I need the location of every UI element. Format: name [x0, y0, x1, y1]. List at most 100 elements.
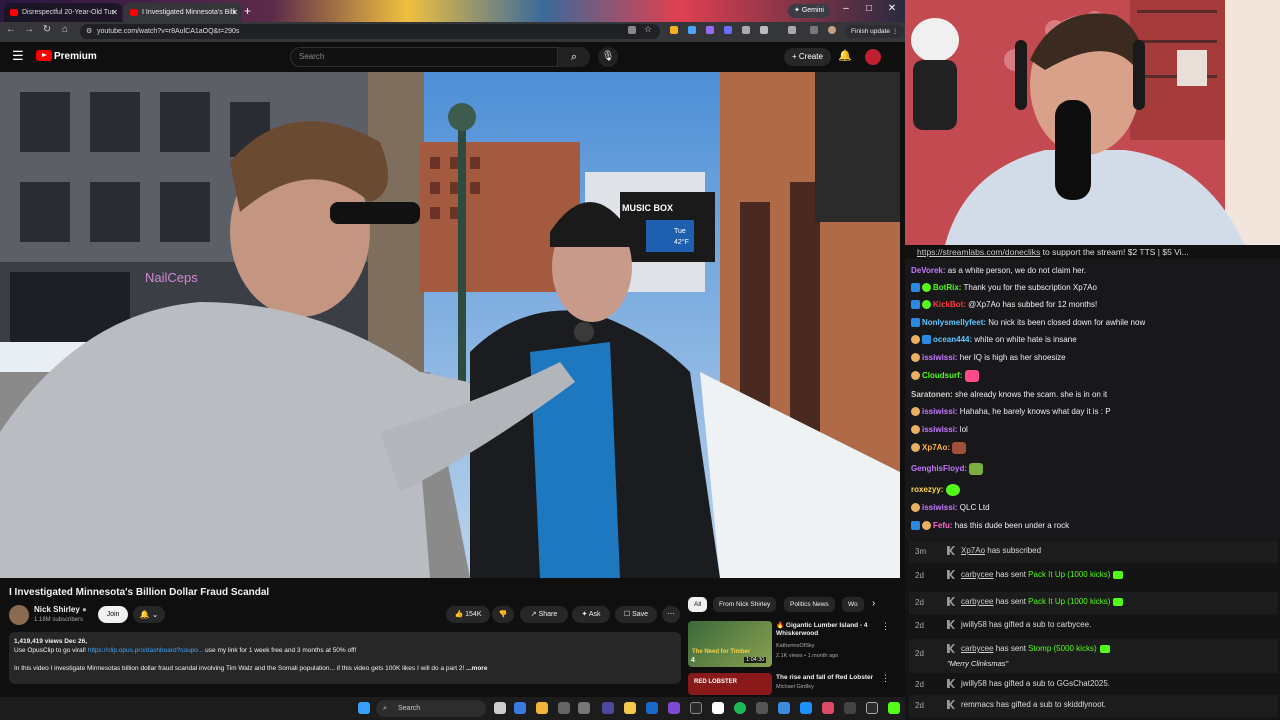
- app-icon[interactable]: [756, 702, 768, 714]
- close-window-icon[interactable]: ✕: [882, 3, 902, 14]
- gemini-button[interactable]: ✦ Gemini: [788, 4, 830, 18]
- chip-politics-news[interactable]: Politics News: [784, 597, 835, 612]
- chat-username[interactable]: issiwissi:: [922, 407, 958, 416]
- ask-button[interactable]: ✦ Ask: [572, 606, 610, 623]
- extension-icon[interactable]: [724, 26, 732, 34]
- kick-icon[interactable]: [888, 702, 900, 714]
- channel-name[interactable]: Nick Shirley ●: [34, 605, 87, 614]
- task-view-icon[interactable]: [494, 702, 506, 714]
- account-avatar[interactable]: [865, 49, 881, 65]
- chat-username[interactable]: GenghisFloyd:: [911, 464, 967, 473]
- reload-icon[interactable]: ↻: [40, 24, 54, 35]
- spotify-icon[interactable]: [734, 702, 746, 714]
- close-tab-icon[interactable]: ✕: [231, 3, 238, 22]
- event-user[interactable]: jwilly58: [961, 679, 987, 688]
- site-info-icon[interactable]: ⚙: [86, 24, 92, 39]
- extensions-puzzle-icon[interactable]: [760, 26, 768, 34]
- app-icon[interactable]: [578, 702, 590, 714]
- voice-search-icon[interactable]: 🎙: [598, 47, 618, 67]
- chevron-right-icon[interactable]: ›: [872, 598, 875, 609]
- new-tab-icon[interactable]: +: [244, 4, 251, 18]
- event-user[interactable]: carbycee: [961, 570, 993, 579]
- app-icon[interactable]: [558, 702, 570, 714]
- chat-username[interactable]: KickBot:: [933, 300, 966, 309]
- app-icon[interactable]: [800, 702, 812, 714]
- save-button[interactable]: ☐ Save: [615, 606, 657, 623]
- extension-icon[interactable]: [706, 26, 714, 34]
- video-description[interactable]: 1,419,419 views Dec 26, Use OpusClip to …: [9, 632, 681, 684]
- chat-username[interactable]: issiwissi:: [922, 353, 958, 362]
- event-user[interactable]: remmacs: [961, 700, 994, 709]
- app-icon[interactable]: [778, 702, 790, 714]
- app-icon[interactable]: [866, 702, 878, 714]
- hamburger-menu-icon[interactable]: ☰: [12, 48, 24, 64]
- event-user[interactable]: carbycee: [961, 597, 993, 606]
- recommendation-title[interactable]: 🔥 Gigantic Lumber Island - 4 Whiskerwood: [776, 622, 876, 638]
- recommendation-menu-icon[interactable]: ⋮: [881, 621, 890, 632]
- event-user[interactable]: Xp7Ao: [961, 546, 985, 555]
- recommendation-menu-icon[interactable]: ⋮: [881, 673, 890, 684]
- recommendation-channel[interactable]: Michael Girdley: [776, 684, 814, 690]
- chat-username[interactable]: issiwissi:: [922, 425, 958, 434]
- forward-icon[interactable]: →: [22, 24, 36, 35]
- chat-username[interactable]: ocean444:: [933, 335, 972, 344]
- app-icon[interactable]: [690, 702, 702, 714]
- ticker-link[interactable]: https://streamlabs.com/donecliks: [917, 247, 1040, 257]
- chip-partial[interactable]: Wo: [842, 597, 864, 612]
- more-link[interactable]: ...more: [466, 665, 487, 672]
- app-icon[interactable]: [712, 702, 724, 714]
- youtube-logo-icon[interactable]: [36, 50, 52, 61]
- chat-username[interactable]: roxezyy:: [911, 485, 943, 494]
- app-icon[interactable]: [668, 702, 680, 714]
- event-user[interactable]: jwilly58: [961, 620, 987, 629]
- app-icon[interactable]: [602, 702, 614, 714]
- event-user[interactable]: carbycee: [961, 644, 993, 653]
- bookmark-star-icon[interactable]: ☆: [644, 24, 652, 35]
- app-icon[interactable]: [822, 702, 834, 714]
- youtube-premium-brand[interactable]: Premium: [54, 51, 97, 62]
- video-player[interactable]: NailCeps MUSIC BOX Tue 42°F: [0, 72, 900, 578]
- maximize-icon[interactable]: □: [859, 3, 879, 14]
- profile-avatar[interactable]: [828, 26, 836, 34]
- cast-icon[interactable]: [628, 26, 636, 34]
- extension-icon[interactable]: [742, 26, 750, 34]
- close-tab-icon[interactable]: ✕: [111, 3, 118, 22]
- chat-username[interactable]: Nonlysmellyfeet:: [922, 318, 986, 327]
- more-actions-icon[interactable]: ⋯: [662, 606, 680, 623]
- recommendation-thumbnail[interactable]: The Need for Timber 4 1:04:30: [688, 621, 772, 667]
- recommendation-channel[interactable]: KatherineOfSky: [776, 643, 815, 649]
- browser-tab[interactable]: Disrespectful 20-Year-Old Tur ✕: [4, 3, 122, 22]
- app-icon[interactable]: [844, 702, 856, 714]
- url-bar[interactable]: ⚙ youtube.com/watch?v=r8AulCA1aOQ&t=290s: [80, 24, 660, 39]
- chip-from-channel[interactable]: From Nick Shirley: [713, 597, 777, 612]
- chat-username[interactable]: issiwissi:: [922, 503, 958, 512]
- create-button[interactable]: + Create: [784, 48, 831, 66]
- chat-username[interactable]: Fefu:: [933, 521, 953, 530]
- description-link[interactable]: https://clip.opus.pro/dashboard?coupo...: [88, 647, 204, 654]
- browser-tab-active[interactable]: I Investigated Minnesota's Billi ✕: [124, 3, 242, 22]
- recommendation-thumbnail[interactable]: RED LOBSTER: [688, 673, 772, 695]
- finish-update-button[interactable]: Finish update ⋮: [845, 25, 905, 38]
- chat-username[interactable]: DeVorek:: [911, 266, 946, 275]
- steam-icon[interactable]: [646, 702, 658, 714]
- chat-username[interactable]: Saratonen:: [911, 390, 953, 399]
- edge-icon[interactable]: [514, 702, 526, 714]
- back-icon[interactable]: ←: [4, 24, 18, 35]
- chip-all[interactable]: All: [688, 597, 708, 612]
- notifications-bell-icon[interactable]: 🔔: [838, 49, 852, 62]
- chrome-icon[interactable]: [536, 702, 548, 714]
- sidebar-icon[interactable]: [788, 26, 796, 34]
- windows-start-icon[interactable]: [358, 702, 370, 714]
- share-button[interactable]: ↗ Share: [520, 606, 568, 623]
- home-icon[interactable]: ⌂: [58, 24, 72, 35]
- download-icon[interactable]: [810, 26, 818, 34]
- join-button[interactable]: Join: [98, 606, 128, 623]
- taskbar-search[interactable]: ⌕ Search: [376, 700, 486, 717]
- search-input[interactable]: Search: [290, 47, 558, 67]
- minimize-icon[interactable]: –: [836, 3, 856, 14]
- like-button[interactable]: 👍 154K: [446, 606, 490, 623]
- extension-icon[interactable]: [688, 26, 696, 34]
- dislike-button[interactable]: 👎: [492, 606, 514, 623]
- chat-username[interactable]: BotRix:: [933, 283, 961, 292]
- extension-icon[interactable]: [670, 26, 678, 34]
